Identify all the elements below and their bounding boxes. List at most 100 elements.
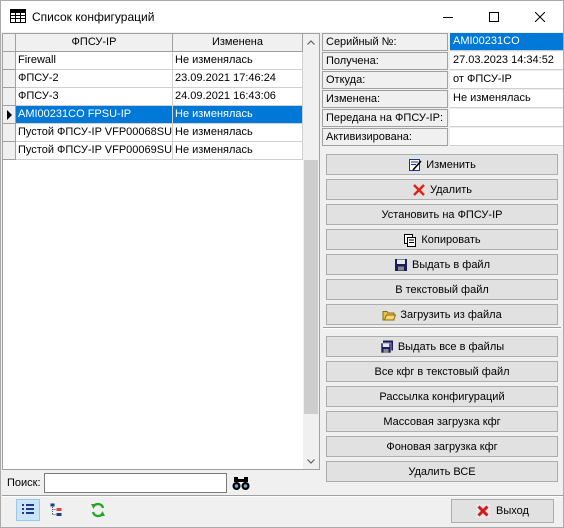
column-header-changed[interactable]: Изменена [173, 34, 303, 52]
copy-icon [403, 233, 417, 247]
title-bar: Список конфигураций [1, 1, 563, 32]
row-name: ФПСУ-3 [16, 88, 173, 106]
config-list-window: Список конфигураций ФПСУ-IP Изменена Fir… [0, 0, 564, 528]
property-value-serial[interactable]: AMI00231CO [450, 33, 563, 51]
list-view-icon [22, 504, 34, 514]
list-view-button[interactable] [16, 499, 40, 521]
bottom-divider [2, 495, 563, 497]
table-row[interactable]: Firewall Не изменялась [3, 52, 303, 70]
window-title: Список конфигураций [32, 10, 155, 24]
refresh-button[interactable] [86, 499, 110, 521]
property-label-source: Откуда: [322, 71, 448, 89]
minimize-icon [443, 16, 453, 18]
row-indicator [3, 142, 16, 160]
bulk-load-button[interactable]: Массовая загрузка кфг [326, 411, 558, 432]
scroll-up-button[interactable] [303, 34, 319, 50]
property-label-received: Получена: [322, 52, 448, 70]
exit-icon [476, 504, 491, 518]
refresh-icon [91, 502, 105, 518]
config-properties: Серийный №: AMI00231CO Получена: 27.03.2… [321, 33, 563, 147]
property-label-sent: Передана на ФПСУ-IP: [322, 109, 448, 127]
import-file-button[interactable]: Загрузить из файла [326, 304, 558, 325]
property-value-source[interactable]: от ФПСУ-IP [450, 71, 563, 89]
row-indicator [3, 88, 16, 106]
export-all-text-button[interactable]: Все кфг в текстовый файл [326, 361, 558, 382]
config-grid: ФПСУ-IP Изменена Firewall Не изменялась … [2, 33, 320, 470]
property-value-received[interactable]: 27.03.2023 14:34:52 [450, 52, 563, 70]
chevron-down-icon [307, 458, 315, 464]
background-load-button[interactable]: Фоновая загрузка кфг [326, 436, 558, 457]
export-all-button[interactable]: Выдать все в файлы [326, 336, 558, 357]
export-file-button[interactable]: Выдать в файл [326, 254, 558, 275]
row-name: Пустой ФПСУ-IP VFP00069SU [16, 142, 173, 160]
distribute-label: Рассылка конфигураций [379, 390, 505, 403]
table-row[interactable]: ФПСУ-3 24.09.2021 16:43:06 [3, 88, 303, 106]
row-name: Пустой ФПСУ-IP VFP00068SU [16, 124, 173, 142]
property-value-sent[interactable] [450, 109, 563, 127]
tree-view-button[interactable] [44, 499, 68, 521]
property-value-activated[interactable] [450, 128, 563, 146]
row-indicator [3, 70, 16, 88]
delete-all-label: Удалить ВСЕ [408, 465, 476, 478]
row-changed: 23.09.2021 17:46:24 [173, 70, 303, 88]
table-row-selected[interactable]: AMI00231CO FPSU-IP Не изменялась [3, 106, 303, 124]
row-changed: Не изменялась [173, 124, 303, 142]
scroll-down-button[interactable] [303, 453, 319, 469]
vertical-scrollbar[interactable] [303, 34, 319, 469]
delete-all-button[interactable]: Удалить ВСЕ [326, 461, 558, 482]
row-name: Firewall [16, 52, 173, 70]
edit-icon [408, 158, 422, 172]
maximize-icon [489, 11, 499, 22]
binoculars-icon[interactable] [232, 475, 250, 491]
export-all-label: Выдать все в файлы [397, 340, 505, 353]
tree-view-icon [50, 503, 62, 516]
import-file-label: Загрузить из файла [400, 308, 502, 321]
row-name: ФПСУ-2 [16, 70, 173, 88]
row-changed: Не изменялась [173, 142, 303, 160]
exit-label: Выход [496, 505, 529, 517]
maximize-button[interactable] [471, 1, 517, 32]
row-changed: 24.09.2021 16:43:06 [173, 88, 303, 106]
table-row[interactable]: ФПСУ-2 23.09.2021 17:46:24 [3, 70, 303, 88]
property-label-changed: Изменена: [322, 90, 448, 108]
row-changed: Не изменялась [173, 52, 303, 70]
copy-label: Копировать [421, 233, 481, 246]
row-indicator [3, 106, 16, 124]
row-indicator [3, 124, 16, 142]
row-changed: Не изменялась [173, 106, 303, 124]
row-name: AMI00231CO FPSU-IP [16, 106, 173, 124]
minimize-button[interactable] [425, 1, 471, 32]
column-header-name[interactable]: ФПСУ-IP [16, 34, 173, 52]
search-input[interactable] [44, 473, 227, 493]
delete-button[interactable]: Удалить [326, 179, 558, 200]
distribute-button[interactable]: Рассылка конфигураций [326, 386, 558, 407]
close-button[interactable] [517, 1, 563, 32]
close-icon [535, 11, 545, 22]
export-all-text-label: Все кфг в текстовый файл [374, 365, 510, 378]
app-icon [10, 9, 26, 23]
exit-button[interactable]: Выход [451, 499, 554, 523]
property-label-activated: Активизирована: [322, 128, 448, 146]
table-row[interactable]: Пустой ФПСУ-IP VFP00068SU Не изменялась [3, 124, 303, 142]
chevron-up-icon [307, 39, 315, 45]
edit-label: Изменить [426, 158, 476, 171]
export-file-label: Выдать в файл [412, 258, 490, 271]
property-value-changed[interactable]: Не изменялась [450, 90, 563, 108]
export-text-button[interactable]: В текстовый файл [326, 279, 558, 300]
export-text-label: В текстовый файл [395, 283, 489, 296]
scroll-thumb[interactable] [304, 160, 318, 414]
install-label: Установить на ФПСУ-IP [381, 208, 503, 221]
property-label-serial: Серийный №: [322, 33, 448, 51]
table-row[interactable]: Пустой ФПСУ-IP VFP00069SU Не изменялась [3, 142, 303, 160]
edit-button[interactable]: Изменить [326, 154, 558, 175]
background-load-label: Фоновая загрузка кфг [386, 440, 498, 453]
search-label: Поиск: [7, 477, 41, 489]
grid-header: ФПСУ-IP Изменена [3, 34, 303, 52]
save-icon [394, 258, 408, 272]
bulk-load-label: Массовая загрузка кфг [383, 415, 501, 428]
install-button[interactable]: Установить на ФПСУ-IP [326, 204, 558, 225]
delete-icon [412, 183, 426, 197]
row-indicator [3, 52, 16, 70]
copy-button[interactable]: Копировать [326, 229, 558, 250]
current-row-pointer-icon [7, 110, 12, 120]
